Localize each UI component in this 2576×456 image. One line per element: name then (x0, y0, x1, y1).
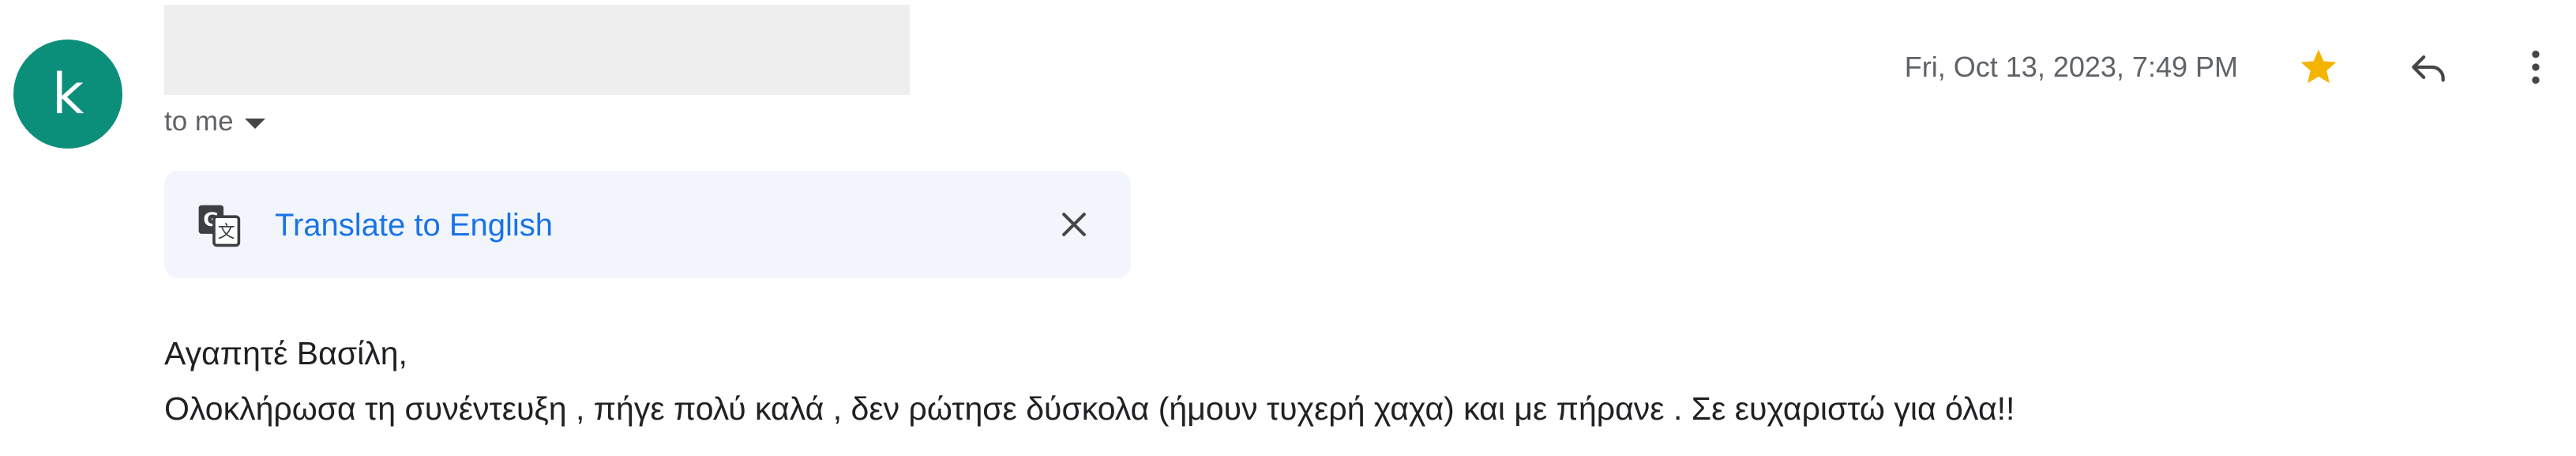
reply-button[interactable] (2402, 41, 2454, 93)
reply-icon (2412, 55, 2445, 82)
star-button[interactable] (2292, 41, 2345, 93)
more-options-button[interactable] (2510, 41, 2562, 93)
message-date: Fri, Oct 13, 2023, 7:49 PM (1904, 51, 2238, 83)
message-greeting: Αγαπητέ Βασίλη, (164, 335, 407, 371)
message-body: Αγαπητέ Βασίλη, Ολοκλήρωσα τη συνέντευξη… (164, 326, 2015, 436)
close-translate-button[interactable] (1050, 201, 1098, 248)
sender-name-redacted (164, 5, 910, 95)
recipient-details-toggle[interactable]: to me (164, 103, 265, 141)
star-icon (2300, 49, 2337, 84)
close-icon (1062, 213, 1086, 236)
caret-down-icon (244, 118, 265, 129)
email-message-view: k to me Fri, Oct 13, 2023, 7:49 PM G 文 T… (0, 0, 2576, 456)
recipient-label: to me (164, 106, 234, 137)
translate-banner: G 文 Translate to English (164, 171, 1131, 278)
translate-icon: G 文 (198, 205, 241, 247)
translate-to-english-link[interactable]: Translate to English (275, 205, 553, 245)
message-line: Ολοκλήρωσα τη συνέντευξη , πήγε πολύ καλ… (164, 390, 2015, 427)
svg-text:文: 文 (218, 223, 235, 243)
more-vert-icon (2532, 51, 2540, 84)
avatar-letter: k (51, 62, 84, 126)
avatar[interactable]: k (13, 40, 122, 149)
